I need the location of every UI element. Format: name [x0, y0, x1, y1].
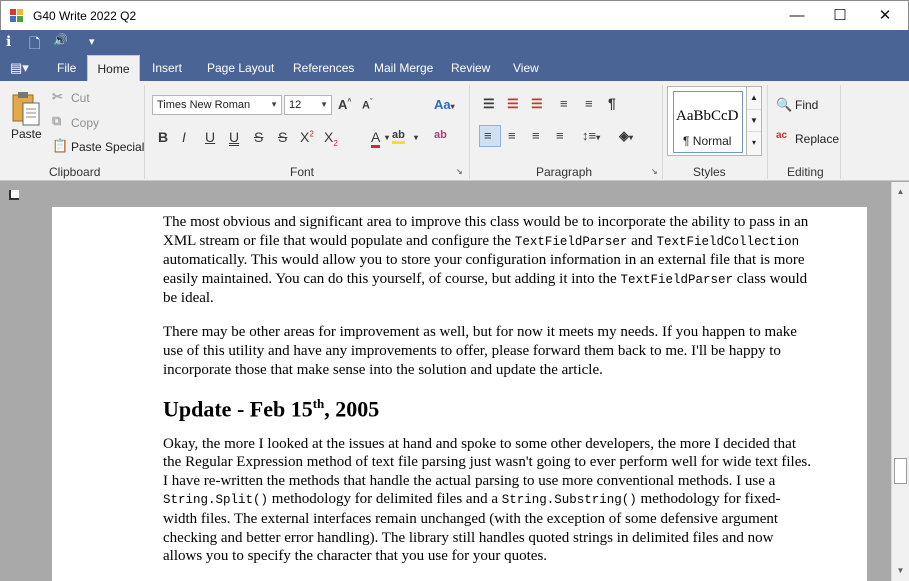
paragraph-dialog-launcher-icon[interactable]: ↘: [651, 167, 658, 176]
tab-references[interactable]: References: [293, 55, 354, 81]
styles-scroll: ▲ ▼ ▾: [746, 86, 762, 156]
ribbon-tabs: ▤▾ File Home Insert Page Layout Referenc…: [0, 55, 909, 81]
highlight-icon[interactable]: ab: [392, 129, 405, 144]
bullets-icon[interactable]: ☰: [483, 96, 495, 112]
font-size-select[interactable]: 12 ▼: [284, 95, 332, 115]
style-normal[interactable]: AaBbCcD ¶ Normal: [673, 91, 743, 153]
sound-icon[interactable]: 🔊: [53, 33, 68, 47]
find-button[interactable]: Find: [795, 98, 818, 112]
scroll-thumb[interactable]: [894, 458, 907, 484]
tab-home[interactable]: Home: [87, 55, 140, 81]
font-size-value: 12: [289, 99, 302, 111]
separator: [767, 85, 768, 179]
style-normal-label: ¶ Normal: [683, 134, 732, 148]
copy-icon: ⧉: [52, 113, 62, 128]
align-left-icon: ≡: [484, 128, 492, 143]
shrink-font-icon[interactable]: Aˇ: [362, 99, 372, 112]
separator: [469, 85, 470, 179]
separator: [840, 85, 841, 179]
chevron-down-icon[interactable]: ▾: [414, 133, 418, 142]
italic-icon[interactable]: I: [182, 129, 186, 145]
shading-icon[interactable]: ◈▾: [619, 128, 633, 144]
increase-indent-icon[interactable]: ≡: [585, 96, 593, 111]
maximize-button[interactable]: ☐: [817, 1, 863, 31]
tab-file[interactable]: File: [57, 55, 76, 81]
font-family-select[interactable]: Times New Roman ▼: [152, 95, 282, 115]
scroll-down-icon[interactable]: ▼: [892, 562, 909, 579]
paste-button[interactable]: Paste: [11, 127, 42, 141]
underline-icon[interactable]: U: [205, 129, 215, 145]
paragraph-2: There may be other areas for improvement…: [163, 324, 797, 378]
font-group-label: Font: [290, 165, 315, 179]
numbering-icon[interactable]: ☰: [507, 96, 519, 112]
paste-special-icon: 📋: [52, 138, 69, 153]
separator: [662, 85, 663, 179]
multilevel-list-icon[interactable]: ☰: [531, 96, 543, 112]
cut-button[interactable]: Cut: [71, 91, 90, 105]
vertical-scrollbar[interactable]: ▲ ▼: [891, 182, 909, 581]
clear-formatting-icon[interactable]: ab: [434, 129, 447, 141]
new-document-icon[interactable]: 🗋: [29, 33, 40, 57]
chevron-up-icon[interactable]: ▲: [747, 87, 761, 109]
cut-icon: ✂: [52, 89, 63, 104]
separator: [144, 85, 145, 179]
app-icon: [10, 9, 23, 22]
chevron-down-icon[interactable]: ▾: [385, 133, 389, 142]
chevron-down-icon: ▼: [320, 100, 328, 109]
tab-review[interactable]: Review: [451, 55, 490, 81]
style-sample-text: AaBbCcD: [676, 108, 739, 124]
document-page[interactable]: The most obvious and significant area to…: [52, 207, 867, 581]
paste-icon[interactable]: [11, 91, 41, 127]
superscript-icon[interactable]: X2: [300, 129, 314, 145]
close-button[interactable]: ✕: [862, 1, 908, 31]
ribbon: Paste ✂ Cut ⧉ Copy 📋 Paste Special Clipb…: [0, 81, 909, 181]
more-styles-icon[interactable]: ▾: [747, 131, 761, 153]
chevron-down-icon: ▼: [270, 100, 278, 109]
strikethrough-icon[interactable]: S: [254, 129, 263, 145]
replace-icon: ac: [776, 130, 788, 141]
paste-special-button[interactable]: Paste Special: [71, 140, 144, 154]
minimize-button[interactable]: —: [774, 1, 820, 31]
window-title: G40 Write 2022 Q2: [33, 9, 137, 23]
tab-view[interactable]: View: [513, 55, 539, 81]
line-spacing-icon[interactable]: ↕≡▾: [582, 128, 600, 143]
quick-access-toolbar: ℹ 🗋 🔊 ▾: [0, 30, 909, 55]
font-color-icon[interactable]: A: [371, 129, 381, 148]
font-family-value: Times New Roman: [157, 99, 251, 111]
double-strikethrough-icon[interactable]: S: [278, 129, 287, 145]
app-menu-icon[interactable]: ▤▾: [10, 55, 29, 81]
tab-page-layout[interactable]: Page Layout: [207, 55, 274, 81]
decrease-indent-icon[interactable]: ≡: [560, 96, 568, 111]
subscript-icon[interactable]: X2: [324, 129, 338, 148]
qat-dropdown-icon[interactable]: ▾: [89, 35, 95, 48]
font-dialog-launcher-icon[interactable]: ↘: [456, 167, 463, 176]
paragraph-group-label: Paragraph: [536, 165, 593, 179]
document-text[interactable]: The most obvious and significant area to…: [163, 213, 811, 581]
paragraph-1: The most obvious and significant area to…: [163, 214, 809, 307]
chevron-down-icon[interactable]: ▼: [747, 109, 761, 131]
replace-button[interactable]: Replace: [795, 132, 839, 146]
paragraph-3: Okay, the more I looked at the issues at…: [163, 435, 811, 565]
editing-group-label: Editing: [787, 165, 824, 179]
tab-insert[interactable]: Insert: [152, 55, 182, 81]
update-heading: Update - Feb 15th, 2005: [163, 395, 380, 422]
find-icon: 🔍: [776, 97, 793, 112]
scroll-up-icon[interactable]: ▲: [892, 183, 909, 200]
tab-stop-icon[interactable]: [9, 190, 19, 200]
copy-button[interactable]: Copy: [71, 116, 99, 130]
justify-icon[interactable]: ≡: [556, 128, 564, 143]
styles-gallery: AaBbCcD ¶ Normal: [667, 86, 747, 156]
clipboard-group-label: Clipboard: [49, 165, 101, 179]
info-icon[interactable]: ℹ: [6, 33, 11, 50]
align-right-icon[interactable]: ≡: [532, 128, 540, 143]
change-case-icon[interactable]: Aa▾: [434, 97, 455, 112]
bold-icon[interactable]: B: [158, 129, 168, 145]
styles-group-label: Styles: [693, 165, 726, 179]
align-center-icon[interactable]: ≡: [508, 128, 516, 143]
show-formatting-icon[interactable]: ¶: [608, 95, 616, 111]
title-bar: G40 Write 2022 Q2 — ☐ ✕: [0, 0, 909, 30]
tab-mail-merge[interactable]: Mail Merge: [374, 55, 433, 81]
double-underline-icon[interactable]: U: [229, 129, 239, 145]
grow-font-icon[interactable]: A^: [338, 97, 351, 112]
